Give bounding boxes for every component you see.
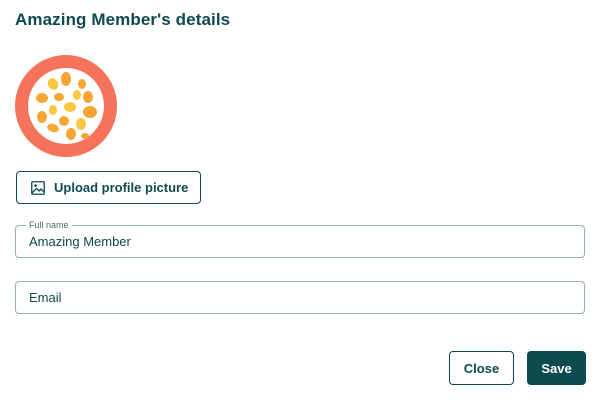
image-icon: [31, 180, 45, 195]
profile-avatar: [15, 55, 117, 157]
save-button[interactable]: Save: [527, 351, 586, 385]
dialog-title: Amazing Member's details: [15, 10, 231, 29]
full-name-input[interactable]: [16, 226, 584, 257]
passion-fruit-icon: [15, 55, 117, 157]
email-field: [15, 281, 585, 314]
email-input[interactable]: [16, 282, 584, 313]
upload-button-label: Upload profile picture: [54, 180, 189, 195]
member-details-dialog: Amazing Member's details Upload profile …: [0, 0, 601, 408]
close-button[interactable]: Close: [449, 351, 514, 385]
full-name-field: Full name: [15, 219, 585, 258]
upload-profile-picture-button[interactable]: Upload profile picture: [16, 171, 201, 204]
